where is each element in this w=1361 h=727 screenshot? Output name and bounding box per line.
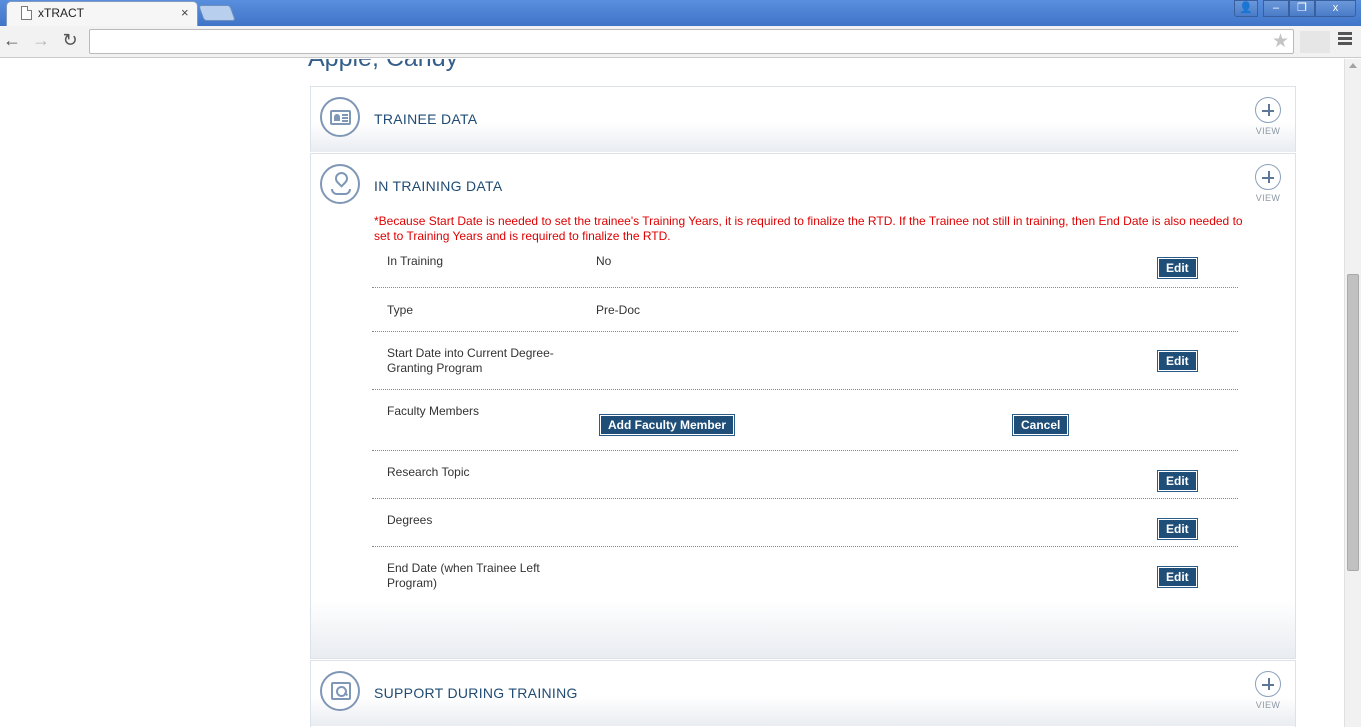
minimize-button[interactable]: –: [1263, 0, 1289, 17]
panel-footer: [311, 600, 1295, 658]
view-label: VIEW: [1255, 700, 1281, 710]
close-tab-icon[interactable]: ×: [181, 5, 189, 20]
view-button[interactable]: VIEW: [1254, 164, 1282, 203]
edit-degrees-button[interactable]: Edit: [1158, 519, 1197, 539]
location-pin-icon: [320, 164, 360, 204]
panel-title: TRAINEE DATA: [374, 111, 478, 127]
research-topic-row: Research Topic Edit: [372, 451, 1238, 499]
type-row: Type Pre-Doc: [372, 288, 1238, 332]
menu-icon[interactable]: [1338, 32, 1352, 47]
plus-icon: [1255, 97, 1281, 123]
reload-icon[interactable]: ↻: [59, 30, 81, 51]
browser-titlebar: xTRACT × 👤 – ❐ x: [0, 0, 1361, 26]
page-viewport: Apple, Candy TRAINEE DATA VIEW IN TRAINI…: [0, 59, 1344, 727]
person-name: Apple, Candy: [308, 59, 458, 73]
user-icon[interactable]: 👤: [1234, 0, 1258, 17]
required-notice: *Because Start Date is needed to set the…: [374, 214, 1243, 243]
view-label: VIEW: [1255, 126, 1281, 136]
in-training-data-header[interactable]: IN TRAINING DATA VIEW: [311, 154, 1295, 219]
scroll-up-arrow-icon[interactable]: [1349, 63, 1357, 68]
new-tab-button[interactable]: [198, 5, 236, 21]
plus-icon: [1255, 671, 1281, 697]
id-card-icon: [320, 97, 360, 137]
close-window-button[interactable]: x: [1315, 0, 1356, 17]
tab-title: xTRACT: [38, 6, 84, 20]
view-button[interactable]: VIEW: [1254, 671, 1282, 710]
view-button[interactable]: VIEW: [1254, 97, 1282, 136]
edit-in-training-button[interactable]: Edit: [1158, 258, 1197, 278]
search-document-icon: [320, 671, 360, 711]
faculty-members-row: Faculty Members Add Faculty Member Cance…: [372, 390, 1238, 451]
address-bar[interactable]: ★: [89, 29, 1294, 54]
add-faculty-member-button[interactable]: Add Faculty Member: [600, 415, 735, 435]
forward-arrow-icon[interactable]: →: [30, 30, 52, 51]
support-during-training-panel: SUPPORT DURING TRAINING VIEW: [310, 660, 1296, 727]
scrollbar-thumb[interactable]: [1347, 274, 1359, 571]
edit-research-topic-button[interactable]: Edit: [1158, 471, 1197, 491]
row-label: Start Date into Current Degree-Granting …: [387, 346, 554, 375]
end-date-row: End Date (when Trainee Left Program) Edi…: [372, 547, 1238, 599]
extension-area: [1300, 31, 1330, 53]
in-training-data-panel: IN TRAINING DATA VIEW *Because Start Dat…: [310, 153, 1296, 659]
degrees-row: Degrees Edit: [372, 499, 1238, 547]
maximize-button[interactable]: ❐: [1289, 0, 1315, 17]
row-value: Pre-Doc: [596, 303, 641, 317]
page-icon: [21, 6, 32, 20]
edit-end-date-button[interactable]: Edit: [1158, 567, 1197, 587]
back-arrow-icon[interactable]: ←: [1, 30, 23, 51]
view-label: VIEW: [1255, 193, 1281, 203]
trainee-data-header[interactable]: TRAINEE DATA VIEW: [311, 87, 1295, 152]
in-training-row: In Training No Edit: [372, 246, 1238, 288]
bookmark-star-icon[interactable]: ★: [1272, 30, 1289, 53]
row-label: Research Topic: [387, 465, 470, 479]
browser-toolbar: ← → ↻ ★: [0, 26, 1361, 58]
vertical-scrollbar[interactable]: [1344, 59, 1361, 727]
panel-title: SUPPORT DURING TRAINING: [374, 685, 578, 701]
cancel-button[interactable]: Cancel: [1013, 415, 1069, 435]
row-label: Degrees: [387, 513, 433, 527]
panel-title: IN TRAINING DATA: [374, 178, 503, 194]
row-value: No: [596, 254, 612, 268]
edit-start-date-button[interactable]: Edit: [1158, 351, 1197, 371]
row-label: End Date (when Trainee Left Program): [387, 561, 540, 590]
plus-icon: [1255, 164, 1281, 190]
trainee-data-panel: TRAINEE DATA VIEW: [310, 86, 1296, 152]
row-label: In Training: [387, 254, 444, 268]
start-date-row: Start Date into Current Degree-Granting …: [372, 332, 1238, 390]
support-during-training-header[interactable]: SUPPORT DURING TRAINING VIEW: [311, 661, 1295, 726]
browser-tab[interactable]: xTRACT ×: [6, 1, 198, 26]
row-label: Faculty Members: [387, 404, 480, 418]
row-label: Type: [387, 303, 414, 317]
